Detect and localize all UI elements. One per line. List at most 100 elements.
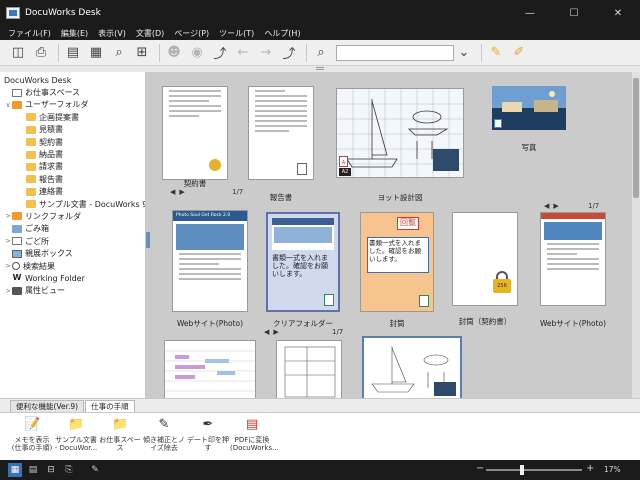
task-deskew-denoise[interactable]: ✎ 傾き補正とノイズ除去 — [142, 417, 186, 452]
task-show-memo[interactable]: 📝 メモを表示(仕事の手順) — [10, 417, 54, 452]
thumbnail-view-icon[interactable]: ▦ — [8, 463, 22, 477]
folder-icon — [26, 125, 36, 134]
document-thumb-schedule[interactable] — [164, 340, 256, 398]
web-thumb-hero — [544, 222, 602, 240]
document-thumb-web-photo[interactable]: Photo Soul Get Rock 2.0 — [172, 210, 248, 312]
prev-page-button[interactable]: ◀ — [264, 328, 269, 336]
thumb-label: Webサイト(Photo) — [176, 319, 244, 328]
task-sample-docs[interactable]: 📁 サンプル文書 - DocuWor... — [54, 417, 98, 452]
document-thumb-web-photo-2[interactable] — [540, 212, 606, 306]
tree-item-attribute-view[interactable]: > 属性ビュー — [0, 285, 145, 297]
menu-help[interactable]: ヘルプ(H) — [264, 28, 300, 39]
search-icon[interactable]: ⌕ — [109, 43, 129, 63]
tree-item-gotoko[interactable]: > ごど所 — [0, 235, 145, 247]
tree-item-estimate[interactable]: 見積書 — [0, 124, 145, 136]
layout-icon[interactable]: ▦ — [86, 43, 106, 63]
tree-item-workspace[interactable]: お仕事スペース — [0, 86, 145, 98]
document-thumb-yacht-sketch[interactable] — [362, 336, 462, 398]
document-thumb-report[interactable] — [248, 86, 314, 180]
tree-item-user-folder[interactable]: ∨ ユーザーフォルダ — [0, 99, 145, 111]
pane-collapse-handle[interactable] — [146, 232, 150, 248]
zoom-in-button[interactable]: + — [586, 463, 594, 474]
up-icon[interactable]: ⤴ — [279, 43, 299, 63]
forward-icon[interactable]: → — [256, 43, 276, 63]
prev-page-button[interactable]: ◀ — [544, 202, 549, 210]
task-date-stamp[interactable]: ✒ デート印を押す — [186, 417, 230, 452]
next-page-button[interactable]: ▶ — [179, 188, 184, 196]
tree-item-label: 納品書 — [39, 150, 63, 160]
zoom-out-button[interactable]: − — [476, 463, 484, 474]
grid-icon[interactable]: ⊞ — [132, 43, 152, 63]
vertical-scrollbar[interactable] — [632, 72, 640, 398]
maximize-button[interactable]: ☐ — [552, 0, 596, 26]
menu-edit[interactable]: 編集(E) — [61, 28, 88, 39]
document-thumb-blueprint[interactable]: A A2 — [336, 88, 464, 178]
print-icon[interactable]: ⎙ — [31, 43, 51, 63]
tab-work-procedure[interactable]: 仕事の手順 — [85, 400, 135, 412]
tree-item-report[interactable]: 報告書 — [0, 173, 145, 185]
tree-item-trash[interactable]: ごみ箱 — [0, 223, 145, 235]
search-input[interactable] — [336, 44, 454, 61]
detail-view-icon[interactable]: ⊟ — [44, 463, 58, 477]
web-thumb-header — [541, 213, 605, 219]
tree-item-samples[interactable]: サンプル文書 - DocuWorks 9.1 — [0, 198, 145, 210]
tree-item-search-results[interactable]: > 検索結果 — [0, 260, 145, 272]
document-thumb-envelope[interactable]: 回覧 書類一式を入れました。確認をお願いします。 — [360, 212, 434, 312]
folder-icon — [12, 212, 22, 221]
tree-item-desk[interactable]: DocuWorks Desk — [0, 74, 145, 86]
link-icon[interactable]: ⎘ — [62, 463, 76, 477]
document-icon — [419, 295, 429, 307]
document-thumb-photo[interactable] — [492, 86, 566, 130]
menu-tools[interactable]: ツール(T) — [219, 28, 254, 39]
expand-icon[interactable]: > — [4, 262, 12, 270]
document-thumb-locked-envelope[interactable]: 256 — [452, 212, 518, 306]
task-workspace[interactable]: 📁 お仕事スペース — [98, 417, 142, 452]
menu-document[interactable]: 文書(D) — [136, 28, 164, 39]
document-thumb-contract[interactable] — [162, 86, 228, 180]
prev-page-button[interactable]: ◀ — [170, 188, 175, 196]
tree-item-proposal[interactable]: 企画提案書 — [0, 111, 145, 123]
send-icon[interactable]: ⤴ — [210, 43, 230, 63]
document-icon — [12, 88, 22, 97]
expand-icon[interactable]: > — [4, 287, 12, 295]
next-page-button[interactable]: ▶ — [553, 202, 558, 210]
stamp-icon[interactable]: ◉ — [187, 43, 207, 63]
close-button[interactable]: ✕ — [596, 0, 640, 26]
task-convert-pdf[interactable]: ▤ PDFに変換(DocuWorks... — [230, 417, 279, 452]
stamp-tool-icon[interactable]: ✐ — [509, 43, 529, 63]
minimize-button[interactable]: — — [508, 0, 552, 26]
expand-icon[interactable]: > — [4, 237, 12, 245]
list-view-icon[interactable]: ▤ — [26, 463, 40, 477]
tree-item-private-box[interactable]: 親展ボックス — [0, 247, 145, 259]
expand-icon[interactable]: ∨ — [4, 101, 12, 109]
pen-icon[interactable]: ✎ — [88, 463, 102, 477]
tree-item-contract[interactable]: 契約書 — [0, 136, 145, 148]
toolbar-separator — [306, 43, 307, 62]
taskpane: 📝 メモを表示(仕事の手順) 📁 サンプル文書 - DocuWor... 📁 お仕事ス… — [0, 412, 640, 460]
menu-page[interactable]: ページ(P) — [174, 28, 209, 39]
sticky-icon[interactable]: ✎ — [486, 43, 506, 63]
zoom-slider[interactable] — [486, 465, 582, 475]
expand-icon[interactable]: > — [4, 212, 12, 220]
tab-useful-features[interactable]: 便利な機能(Ver.9) — [10, 400, 85, 412]
tree-item-label: 請求書 — [39, 162, 63, 172]
seal-icon — [209, 159, 221, 171]
menu-view[interactable]: 表示(V) — [98, 28, 126, 39]
tree-item-working-folder[interactable]: W Working Folder — [0, 272, 145, 284]
folder-icon — [26, 113, 36, 122]
menu-file[interactable]: ファイル(F) — [8, 28, 51, 39]
chevron-down-icon[interactable]: ⌄ — [454, 43, 474, 63]
person-icon[interactable]: ☻ — [164, 43, 184, 63]
open-icon[interactable]: ◫ — [8, 43, 28, 63]
document-thumb-drawing[interactable] — [276, 340, 342, 398]
tree-item-delivery[interactable]: 納品書 — [0, 148, 145, 160]
next-page-button[interactable]: ▶ — [273, 328, 278, 336]
document-thumb-clear-folder[interactable]: 書類一式を入れました。確認をお願いします。 — [266, 212, 340, 312]
tree-item-link-folder[interactable]: > リンクフォルダ — [0, 210, 145, 222]
scrollbar-thumb[interactable] — [633, 78, 639, 198]
zoom-slider-knob[interactable] — [520, 465, 524, 475]
tree-item-invoice[interactable]: 請求書 — [0, 161, 145, 173]
viewer-icon[interactable]: ▤ — [63, 43, 83, 63]
back-icon[interactable]: ← — [233, 43, 253, 63]
tree-item-notice[interactable]: 連絡書 — [0, 186, 145, 198]
